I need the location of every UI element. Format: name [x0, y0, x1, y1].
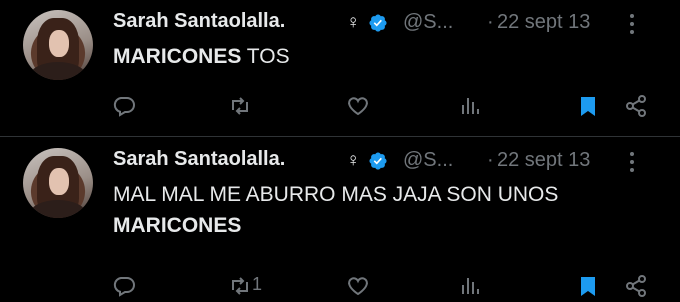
author-name[interactable]: Sarah Santaolalla. — [113, 148, 285, 171]
author-name[interactable]: Sarah Santaolalla. — [113, 10, 285, 33]
bookmark-icon[interactable] — [576, 272, 604, 300]
tweet-text-bold: MARICONES — [113, 214, 242, 237]
more-icon[interactable] — [629, 14, 635, 34]
reply-icon[interactable] — [112, 272, 140, 300]
avatar[interactable] — [23, 10, 93, 80]
tweet-text: MARICONES TOS — [113, 41, 673, 72]
bookmark-icon[interactable] — [576, 92, 604, 120]
more-icon[interactable] — [629, 152, 635, 172]
views-icon[interactable] — [459, 272, 487, 300]
tweet[interactable]: Sarah Santaolalla. ♀ @S... · 22 sept 13 … — [0, 0, 680, 137]
verified-icon — [369, 152, 387, 170]
tweet-date[interactable]: 22 sept 13 — [497, 149, 590, 172]
like-icon[interactable] — [346, 92, 374, 120]
separator: · — [487, 11, 494, 33]
female-symbol: ♀ — [346, 150, 361, 171]
female-symbol: ♀ — [346, 12, 361, 33]
share-icon[interactable] — [624, 272, 652, 300]
separator: · — [487, 149, 494, 171]
like-icon[interactable] — [346, 272, 374, 300]
retweet-icon[interactable] — [228, 92, 256, 120]
tweet-text-line: MAL MAL ME ABURRO MAS JAJA SON UNOS — [113, 183, 559, 206]
tweet-date[interactable]: 22 sept 13 — [497, 11, 590, 34]
reply-icon[interactable] — [112, 92, 140, 120]
avatar[interactable] — [23, 148, 93, 218]
tweet-text: MAL MAL ME ABURRO MAS JAJA SON UNOS MARIC… — [113, 179, 673, 241]
author-handle[interactable]: @S... — [403, 11, 453, 34]
views-icon[interactable] — [459, 92, 487, 120]
author-handle[interactable]: @S... — [403, 149, 453, 172]
tweet-text-bold: MARICONES — [113, 45, 242, 68]
tweet-actions — [0, 92, 680, 122]
tweet-text-rest: TOS — [241, 45, 290, 68]
tweet[interactable]: Sarah Santaolalla. ♀ @S... · 22 sept 13 … — [0, 138, 680, 302]
tweet-header: Sarah Santaolalla. ♀ @S... · 22 sept 13 — [113, 10, 673, 36]
retweet-count: 1 — [252, 274, 263, 294]
verified-icon — [369, 14, 387, 32]
divider — [0, 136, 680, 137]
share-icon[interactable] — [624, 92, 652, 120]
tweet-header: Sarah Santaolalla. ♀ @S... · 22 sept 13 — [113, 148, 673, 174]
tweet-actions: 1 — [0, 272, 680, 302]
